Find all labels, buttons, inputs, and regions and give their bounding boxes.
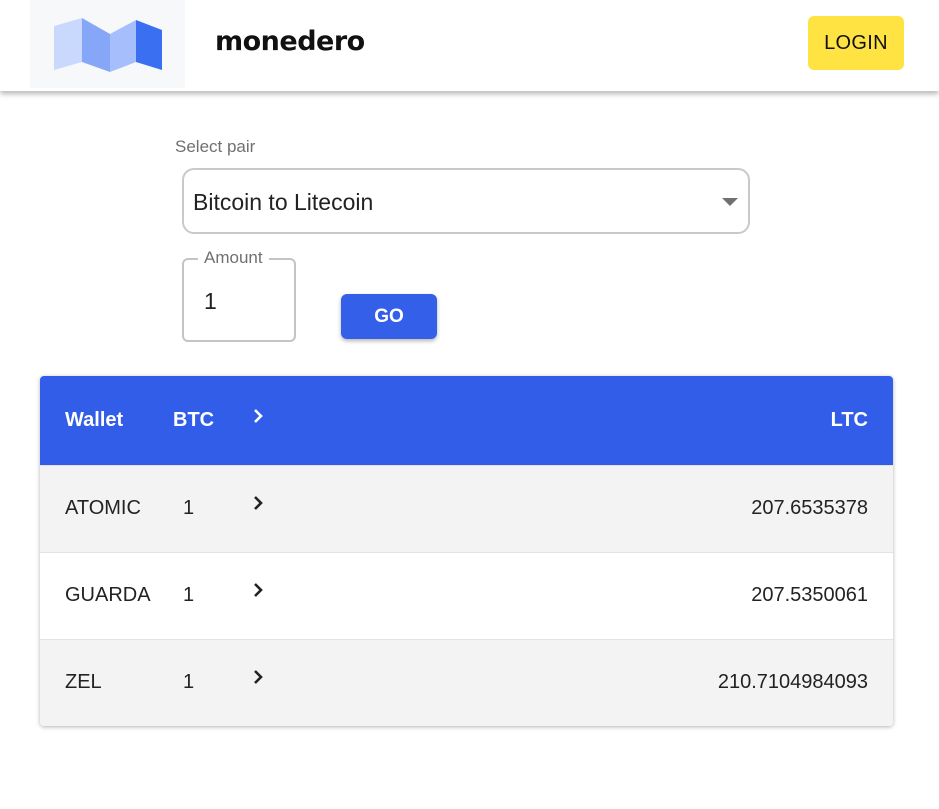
chevron-right-icon [252, 669, 264, 685]
logo-icon [54, 18, 162, 72]
amount-label: Amount [198, 248, 269, 268]
monedero-logo[interactable] [30, 0, 185, 88]
chevron-right-icon [252, 495, 264, 511]
amount-input[interactable]: 1 [204, 288, 217, 315]
table-row[interactable]: ATOMIC 1 207.6535378 [40, 465, 893, 552]
table-row[interactable]: GUARDA 1 207.5350061 [40, 552, 893, 639]
converted-amount: 207.6535378 [751, 497, 868, 519]
table-header: Wallet BTC LTC [40, 376, 893, 465]
from-amount: 1 [183, 584, 195, 606]
go-button[interactable]: GO [341, 294, 437, 339]
chevron-right-icon [252, 582, 264, 598]
app-header: monedero LOGIN [0, 0, 939, 91]
brand-name: monedero [215, 26, 365, 57]
chevron-right-icon [252, 408, 264, 424]
wallet-name: ATOMIC [65, 497, 141, 519]
selected-pair: Bitcoin to Litecoin [193, 189, 374, 215]
login-button[interactable]: LOGIN [808, 16, 904, 70]
converted-amount: 210.7104984093 [717, 671, 868, 693]
converted-amount: 207.5350061 [751, 584, 868, 606]
rates-table: Wallet BTC LTC ATOMIC 1 207.6535378 GUAR… [40, 376, 893, 726]
dropdown-arrow-icon [722, 198, 738, 206]
header-wallet: Wallet [65, 409, 124, 431]
from-amount: 1 [183, 671, 195, 693]
header-to-currency: LTC [830, 409, 868, 431]
pair-select[interactable]: Bitcoin to Litecoin [182, 168, 750, 234]
table-row[interactable]: ZEL 1 210.7104984093 [40, 639, 893, 726]
header-from-currency: BTC [173, 409, 215, 431]
from-amount: 1 [183, 497, 195, 519]
select-pair-label: Select pair [175, 137, 256, 156]
wallet-name: GUARDA [65, 584, 151, 606]
wallet-name: ZEL [65, 671, 102, 693]
amount-field[interactable]: Amount 1 [182, 248, 296, 342]
